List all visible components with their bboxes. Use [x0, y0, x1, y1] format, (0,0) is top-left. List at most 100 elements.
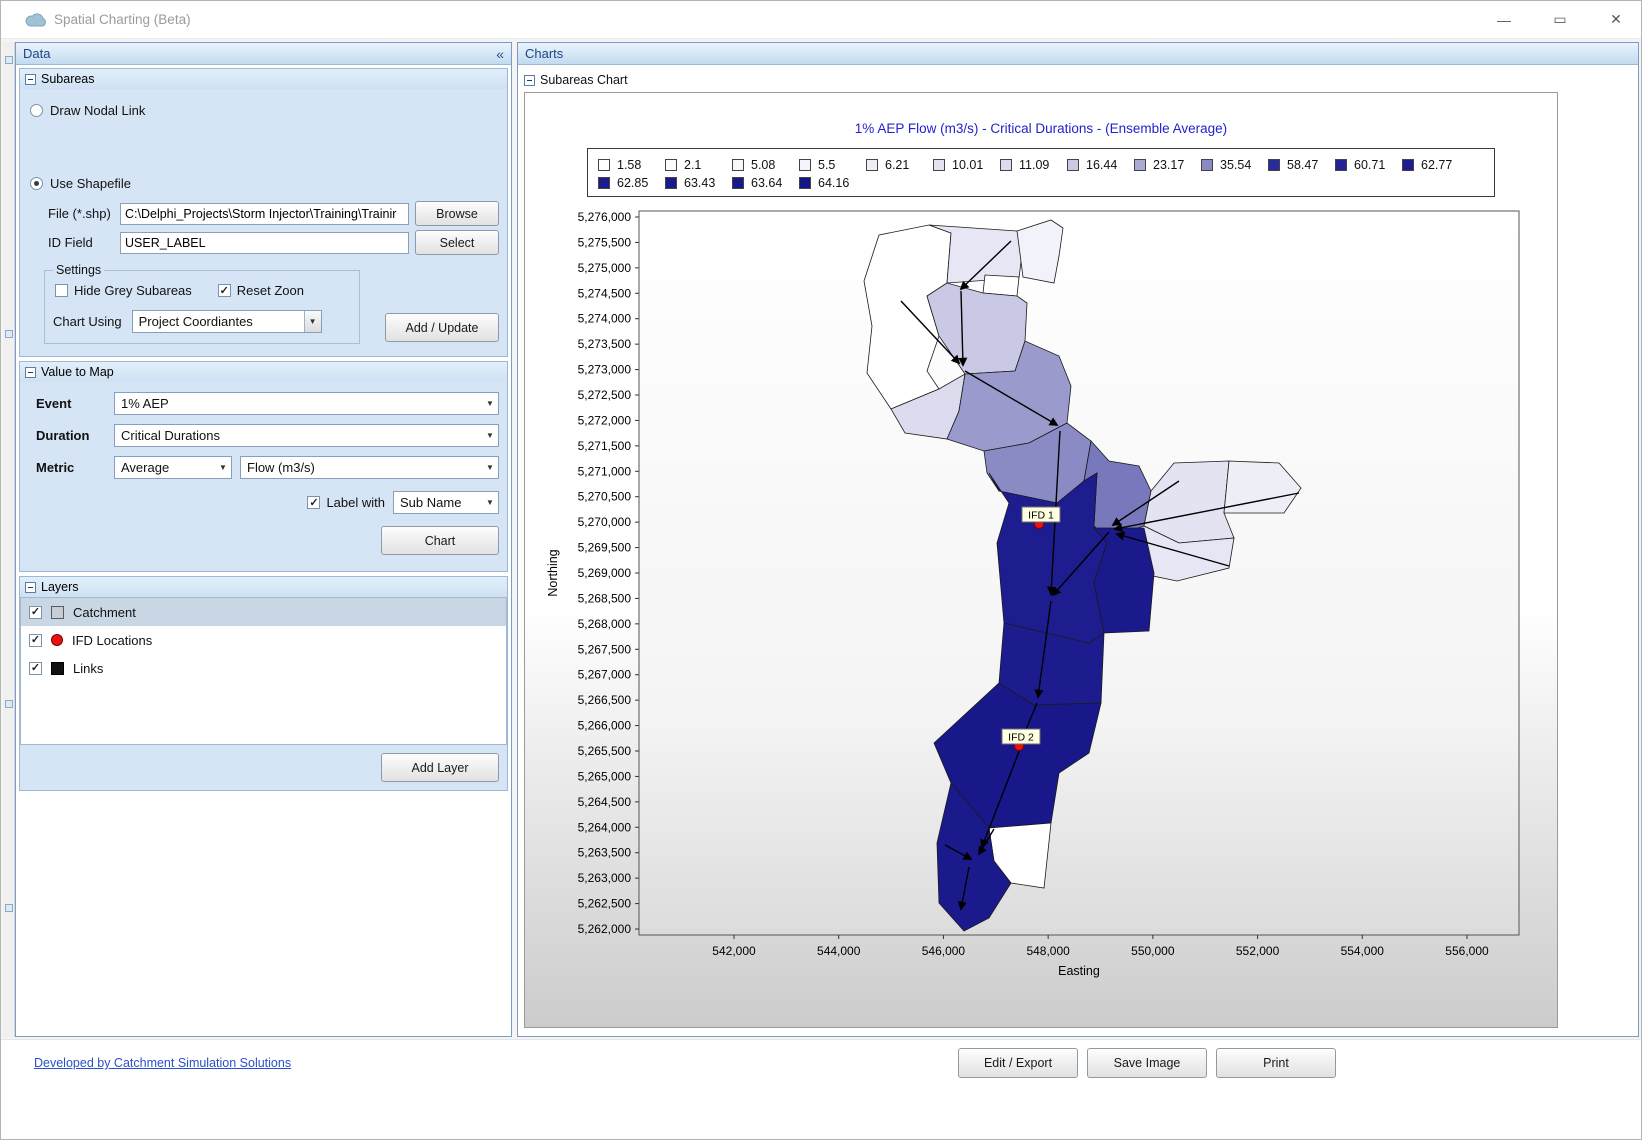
layers-list: Catchment IFD LocationsLinks: [20, 597, 507, 745]
legend-item[interactable]: 23.17: [1134, 156, 1201, 174]
draw-nodal-link-radio[interactable]: Draw Nodal Link: [30, 103, 507, 118]
layer-checkbox[interactable]: [29, 606, 42, 619]
metric-type-value: Flow (m3/s): [247, 460, 482, 475]
label-with-dropdown[interactable]: Sub Name ▼: [393, 491, 499, 514]
legend-swatch-icon: [732, 159, 744, 171]
legend-item[interactable]: 11.09: [1000, 156, 1067, 174]
event-dropdown[interactable]: 1% AEP ▼: [114, 392, 499, 415]
legend-value: 62.77: [1421, 158, 1452, 172]
legend-value: 35.54: [1220, 158, 1251, 172]
credit-link[interactable]: Developed by Catchment Simulation Soluti…: [34, 1056, 291, 1070]
legend-item[interactable]: 6.21: [866, 156, 933, 174]
square-grey-icon: [51, 606, 64, 619]
reset-zoom-checkbox[interactable]: Reset Zoon: [218, 283, 304, 298]
subarea-polygon[interactable]: [983, 275, 1019, 296]
close-icon[interactable]: ✕: [1599, 7, 1633, 33]
legend-swatch-icon: [1134, 159, 1146, 171]
legend-item[interactable]: 35.54: [1201, 156, 1268, 174]
map-plot[interactable]: 5,276,0005,275,5005,275,0005,274,5005,27…: [539, 203, 1549, 993]
metric-aggregation-value: Average: [121, 460, 215, 475]
metric-aggregation-dropdown[interactable]: Average ▼: [114, 456, 232, 479]
legend-item[interactable]: 62.77: [1402, 156, 1469, 174]
legend-item[interactable]: 2.1: [665, 156, 732, 174]
layer-checkbox[interactable]: [29, 662, 42, 675]
legend-item[interactable]: 1.58: [598, 156, 665, 174]
dock-tab-icon[interactable]: [5, 904, 13, 912]
add-update-button[interactable]: Add / Update: [385, 313, 499, 342]
select-button[interactable]: Select: [415, 230, 499, 255]
layer-row-ifd-locations[interactable]: IFD Locations: [21, 626, 506, 654]
title-bar: Spatial Charting (Beta) — ▭ ✕: [1, 1, 1641, 39]
browse-button[interactable]: Browse: [415, 201, 499, 226]
y-tick-label: 5,263,000: [578, 871, 632, 885]
save-image-button[interactable]: Save Image: [1087, 1048, 1207, 1078]
legend-swatch-icon: [665, 159, 677, 171]
y-tick-label: 5,265,000: [578, 769, 632, 783]
chart-using-dropdown[interactable]: Project Coordiantes ▼: [132, 310, 322, 333]
y-tick-label: 5,268,500: [578, 591, 632, 605]
layer-row-links[interactable]: Links: [21, 654, 506, 682]
x-axis-title: Easting: [1058, 964, 1100, 978]
subareas-chart-group-header[interactable]: Subareas Chart: [524, 70, 1632, 90]
collapse-panel-icon[interactable]: «: [496, 47, 504, 61]
dock-tab-icon[interactable]: [5, 56, 13, 64]
y-tick-label: 5,275,000: [578, 261, 632, 275]
label-with-checkbox[interactable]: Label with: [307, 495, 385, 510]
value-to-map-group-header[interactable]: Value to Map: [20, 362, 507, 382]
chevron-down-icon: ▼: [482, 393, 498, 414]
layer-label: Catchment: [73, 605, 136, 620]
add-layer-button[interactable]: Add Layer: [381, 753, 499, 782]
edit-export-button[interactable]: Edit / Export: [958, 1048, 1078, 1078]
legend-value: 60.71: [1354, 158, 1385, 172]
legend-swatch-icon: [665, 177, 677, 189]
shapefile-path-input[interactable]: [120, 203, 409, 225]
legend-item[interactable]: 10.01: [933, 156, 1000, 174]
dock-tab-icon[interactable]: [5, 700, 13, 708]
id-field-input[interactable]: [120, 232, 409, 254]
ifd-label: IFD 2: [1008, 732, 1034, 744]
main-area: Data « Subareas Draw Nodal Link: [1, 39, 1641, 1039]
legend-item[interactable]: 63.43: [665, 174, 732, 192]
metric-type-dropdown[interactable]: Flow (m3/s) ▼: [240, 456, 499, 479]
dock-tab-icon[interactable]: [5, 330, 13, 338]
subareas-group: Subareas Draw Nodal Link Use Shapefile F…: [19, 68, 508, 357]
legend-item[interactable]: 58.47: [1268, 156, 1335, 174]
layers-group-header[interactable]: Layers: [20, 577, 507, 597]
print-button[interactable]: Print: [1216, 1048, 1336, 1078]
legend-item[interactable]: 62.85: [598, 174, 665, 192]
legend-item[interactable]: 60.71: [1335, 156, 1402, 174]
y-tick-label: 5,276,000: [578, 210, 632, 224]
minimize-icon[interactable]: —: [1487, 7, 1521, 33]
duration-dropdown[interactable]: Critical Durations ▼: [114, 424, 499, 447]
legend-item[interactable]: 16.44: [1067, 156, 1134, 174]
use-shapefile-radio[interactable]: Use Shapefile: [30, 176, 507, 191]
collapse-group-icon[interactable]: [25, 582, 36, 593]
legend-swatch-icon: [1067, 159, 1079, 171]
layers-group: Layers Catchment IFD LocationsLinks Add L…: [19, 576, 508, 791]
legend-item[interactable]: 5.08: [732, 156, 799, 174]
y-tick-label: 5,267,500: [578, 642, 632, 656]
data-panel: Data « Subareas Draw Nodal Link: [15, 42, 512, 1037]
legend-item[interactable]: 5.5: [799, 156, 866, 174]
chart-button[interactable]: Chart: [381, 526, 499, 555]
subarea-polygon[interactable]: [1017, 220, 1063, 283]
collapse-group-icon[interactable]: [25, 367, 36, 378]
duration-label: Duration: [28, 428, 106, 443]
layer-row-catchment[interactable]: Catchment: [21, 598, 506, 626]
y-tick-label: 5,268,000: [578, 617, 632, 631]
hide-grey-subareas-checkbox[interactable]: Hide Grey Subareas: [55, 283, 192, 298]
subareas-group-header[interactable]: Subareas: [20, 69, 507, 89]
legend-swatch-icon: [1335, 159, 1347, 171]
maximize-icon[interactable]: ▭: [1543, 7, 1577, 33]
legend-item[interactable]: 63.64: [732, 174, 799, 192]
collapse-group-icon[interactable]: [25, 74, 36, 85]
chevron-down-icon: ▼: [482, 457, 498, 478]
collapse-group-icon[interactable]: [524, 75, 535, 86]
chart-legend: 1.582.15.085.56.21 10.01 11.0916.4423.17 35…: [587, 148, 1495, 197]
legend-value: 10.01: [952, 158, 983, 172]
duration-value: Critical Durations: [121, 428, 482, 443]
legend-item[interactable]: 64.16: [799, 174, 866, 192]
layers-group-title: Layers: [41, 580, 79, 594]
layer-checkbox[interactable]: [29, 634, 42, 647]
y-tick-label: 5,265,500: [578, 744, 632, 758]
